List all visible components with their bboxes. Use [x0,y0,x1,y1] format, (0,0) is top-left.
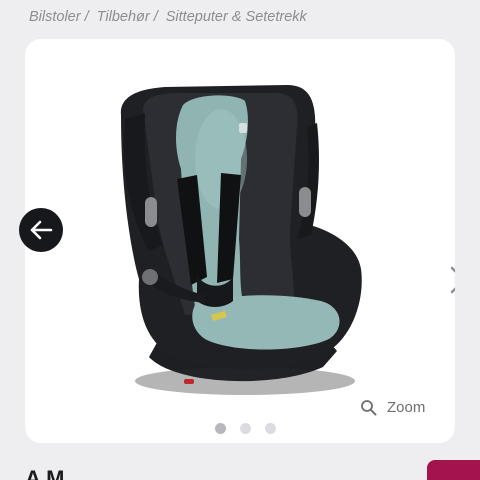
breadcrumb-item-sitteputer[interactable]: Sitteputer & Setetrekk [166,9,307,25]
product-gallery: Zoom [25,39,455,443]
breadcrumb-item-bilstoler[interactable]: Bilstoler / [29,9,89,25]
product-title: A M [25,466,65,480]
slide-dot-1[interactable] [215,423,226,434]
magnifier-icon [361,400,377,416]
right-side-adjuster [299,187,311,217]
slide-dot-2[interactable] [240,423,251,434]
arrow-left-icon [30,220,53,240]
product-image[interactable] [25,39,455,443]
previous-image-button[interactable] [19,208,63,252]
breadcrumb: Bilstoler / Tilbehør / Sitteputer & Sete… [29,9,307,25]
zoom-button[interactable]: Zoom [360,399,425,416]
product-page: Bilstoler / Tilbehør / Sitteputer & Sete… [0,0,480,480]
left-side-adjuster [145,197,157,227]
zoom-label: Zoom [387,399,426,416]
breadcrumb-item-tilbehor[interactable]: Tilbehør / [97,9,158,25]
slide-indicators [215,423,276,434]
slide-dot-3[interactable] [265,423,276,434]
accent-badge[interactable] [427,460,480,480]
base-red-indicator [184,379,194,384]
next-image-button[interactable] [445,263,455,297]
cover-label [239,123,247,133]
chevron-right-icon [450,266,455,294]
side-recline-knob [142,269,158,285]
base-shadow [135,367,355,395]
